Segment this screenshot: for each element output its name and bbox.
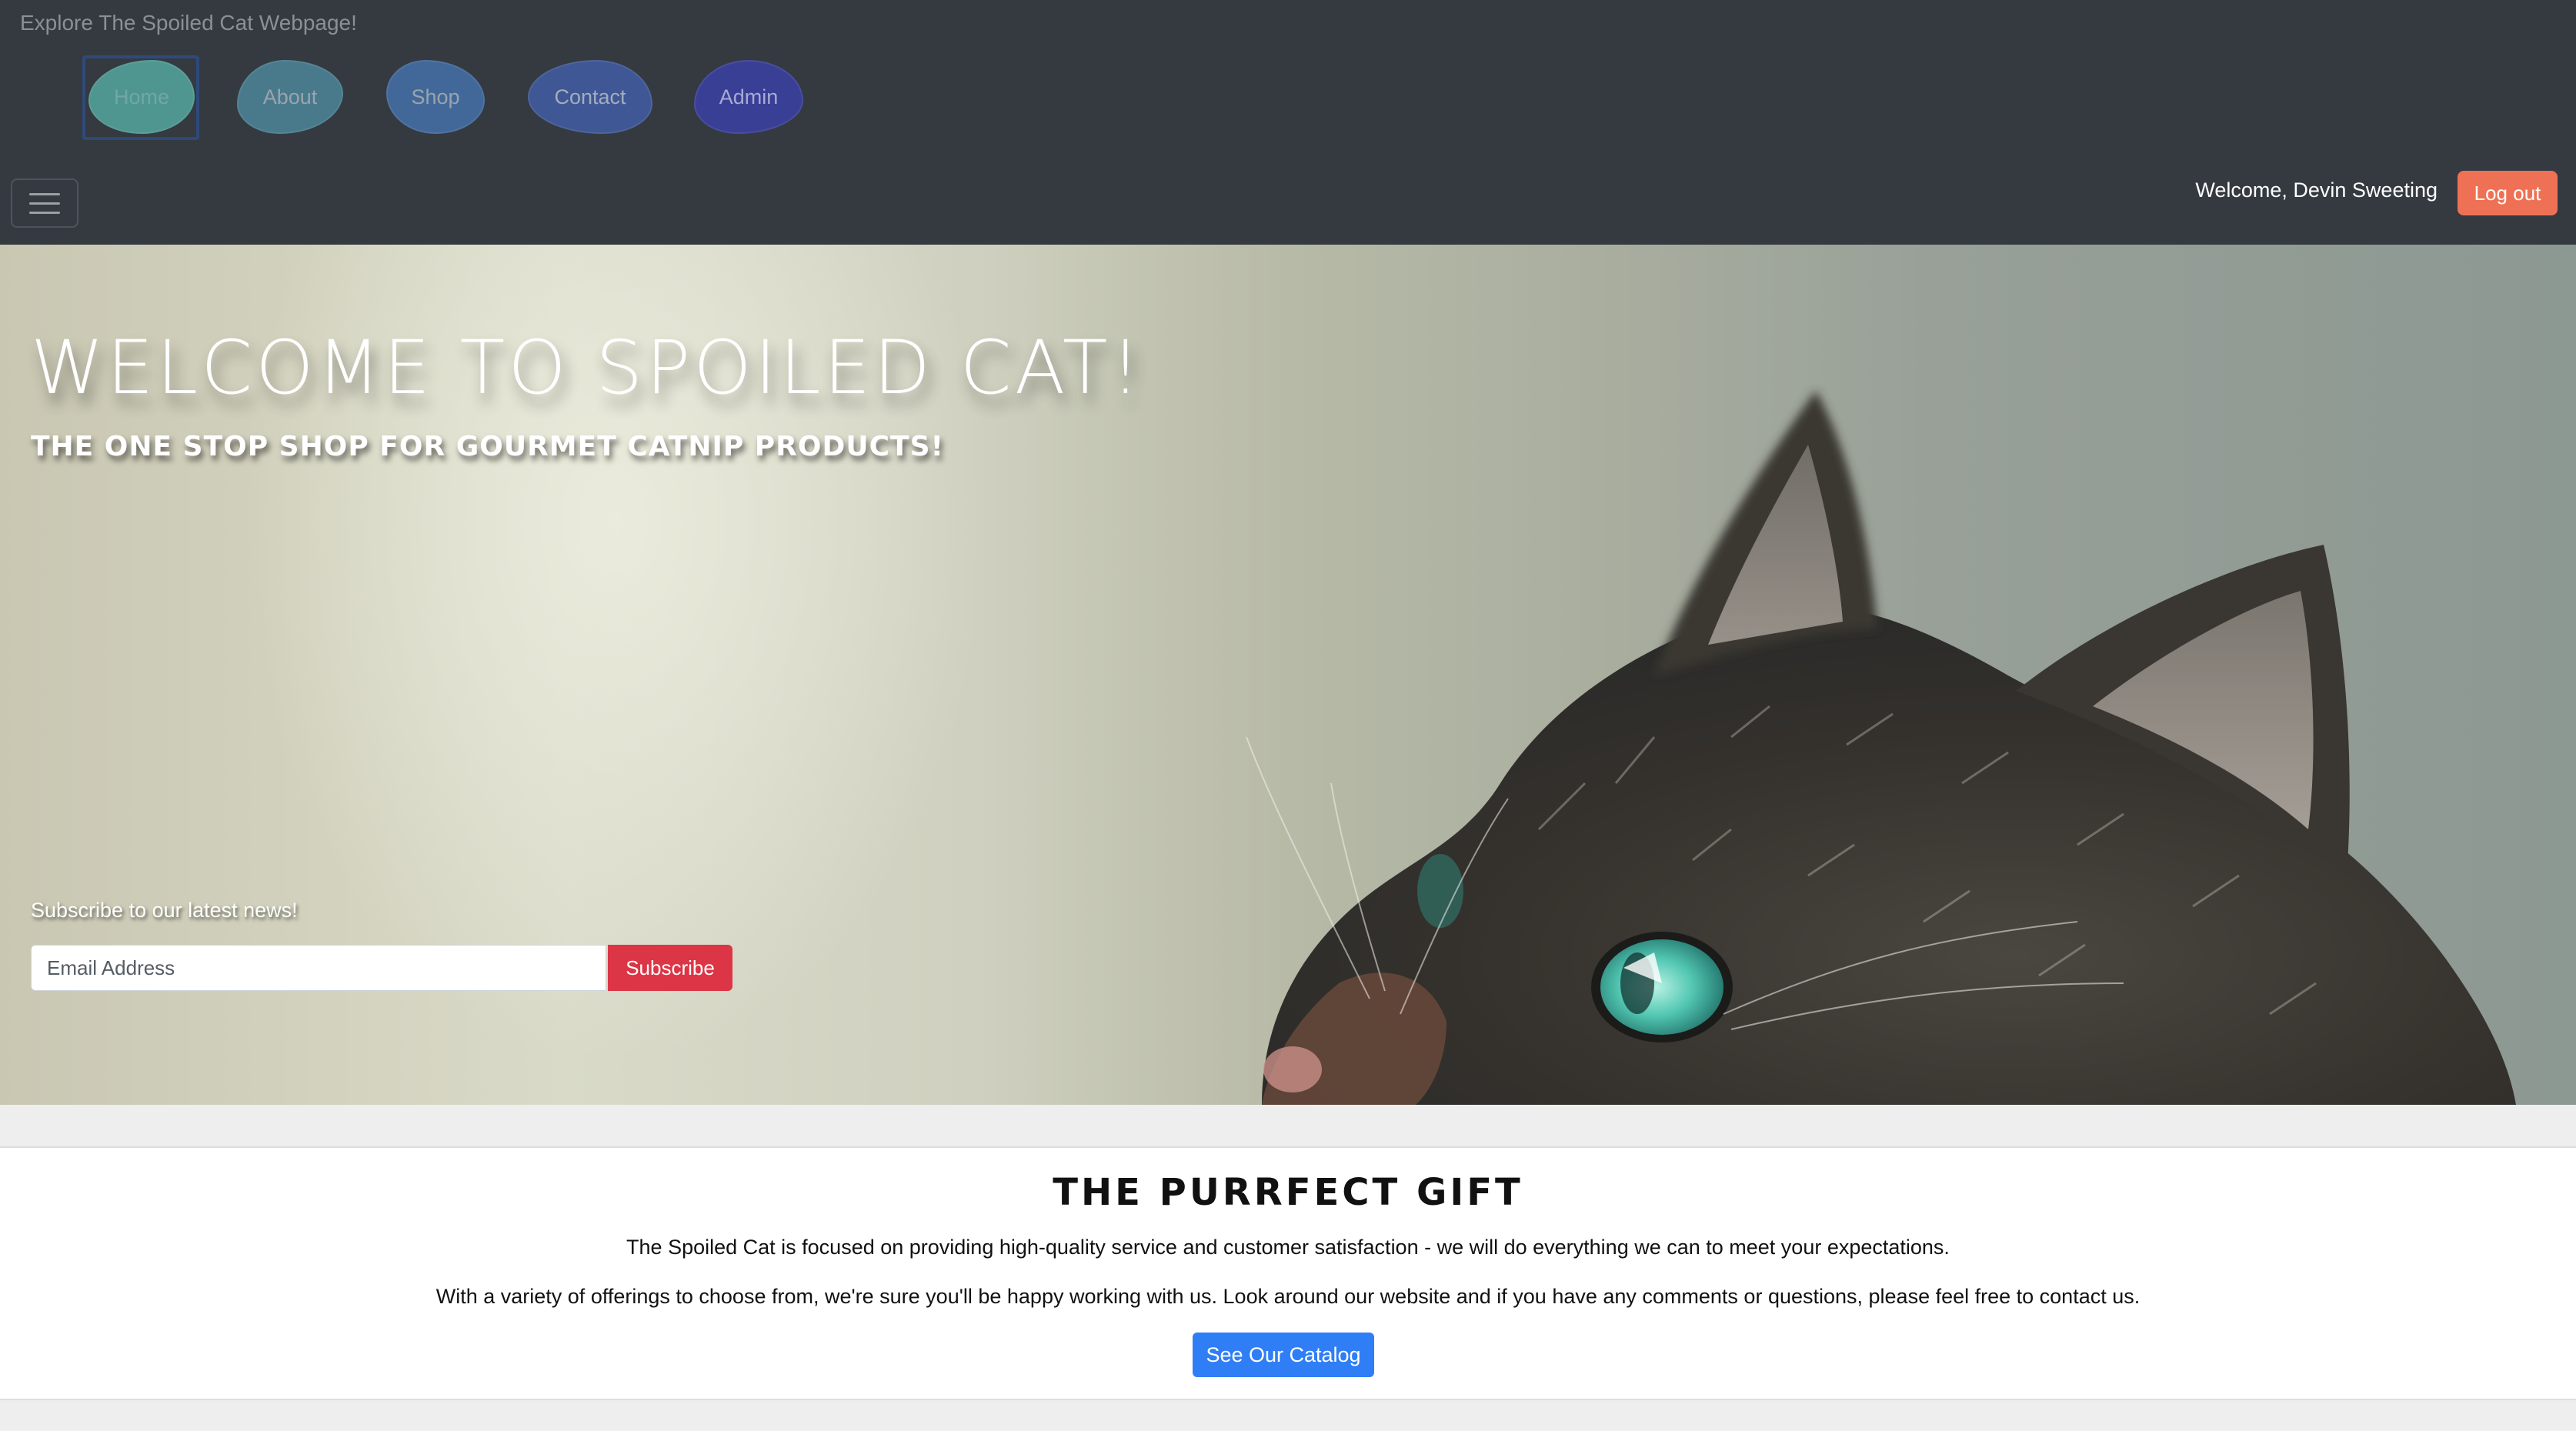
about-paragraph-1: The Spoiled Cat is focused on providing … bbox=[626, 1236, 1950, 1259]
menu-bar bbox=[29, 192, 60, 195]
hero-title: WELCOME TO SPOILED CAT! bbox=[31, 325, 1144, 411]
nav-shop-button[interactable]: Shop bbox=[386, 60, 485, 134]
nav-admin-button[interactable]: Admin bbox=[694, 60, 803, 134]
subscribe-label: Subscribe to our latest news! bbox=[31, 899, 298, 922]
about-card: THE PURRFECT GIFT The Spoiled Cat is foc… bbox=[0, 1146, 2576, 1400]
see-catalog-button[interactable]: See Our Catalog bbox=[1193, 1333, 1374, 1377]
site-tagline: Explore The Spoiled Cat Webpage! bbox=[20, 11, 357, 35]
hero-subtitle: THE ONE STOP SHOP FOR GOURMET CATNIP PRO… bbox=[31, 431, 944, 462]
about-paragraph-2: With a variety of offerings to choose fr… bbox=[435, 1285, 2141, 1308]
about-title: THE PURRFECT GIFT bbox=[1053, 1171, 1523, 1214]
nav-about-button[interactable]: About bbox=[237, 60, 343, 134]
logout-button[interactable]: Log out bbox=[2458, 171, 2558, 215]
subscribe-button[interactable]: Subscribe bbox=[608, 945, 732, 991]
email-input[interactable] bbox=[31, 945, 606, 991]
welcome-user-text: Welcome, Devin Sweeting bbox=[2195, 178, 2438, 202]
nav-contact-button[interactable]: Contact bbox=[528, 60, 652, 134]
menu-bar bbox=[29, 211, 60, 214]
menu-bar bbox=[29, 202, 60, 205]
navbar: Explore The Spoiled Cat Webpage! Home Ab… bbox=[0, 0, 2576, 245]
cat-eye bbox=[1600, 939, 1723, 1035]
hamburger-menu-icon[interactable] bbox=[11, 178, 78, 228]
cat-nose bbox=[1263, 1046, 1322, 1092]
hero-banner: WELCOME TO SPOILED CAT! THE ONE STOP SHO… bbox=[0, 245, 2576, 1105]
